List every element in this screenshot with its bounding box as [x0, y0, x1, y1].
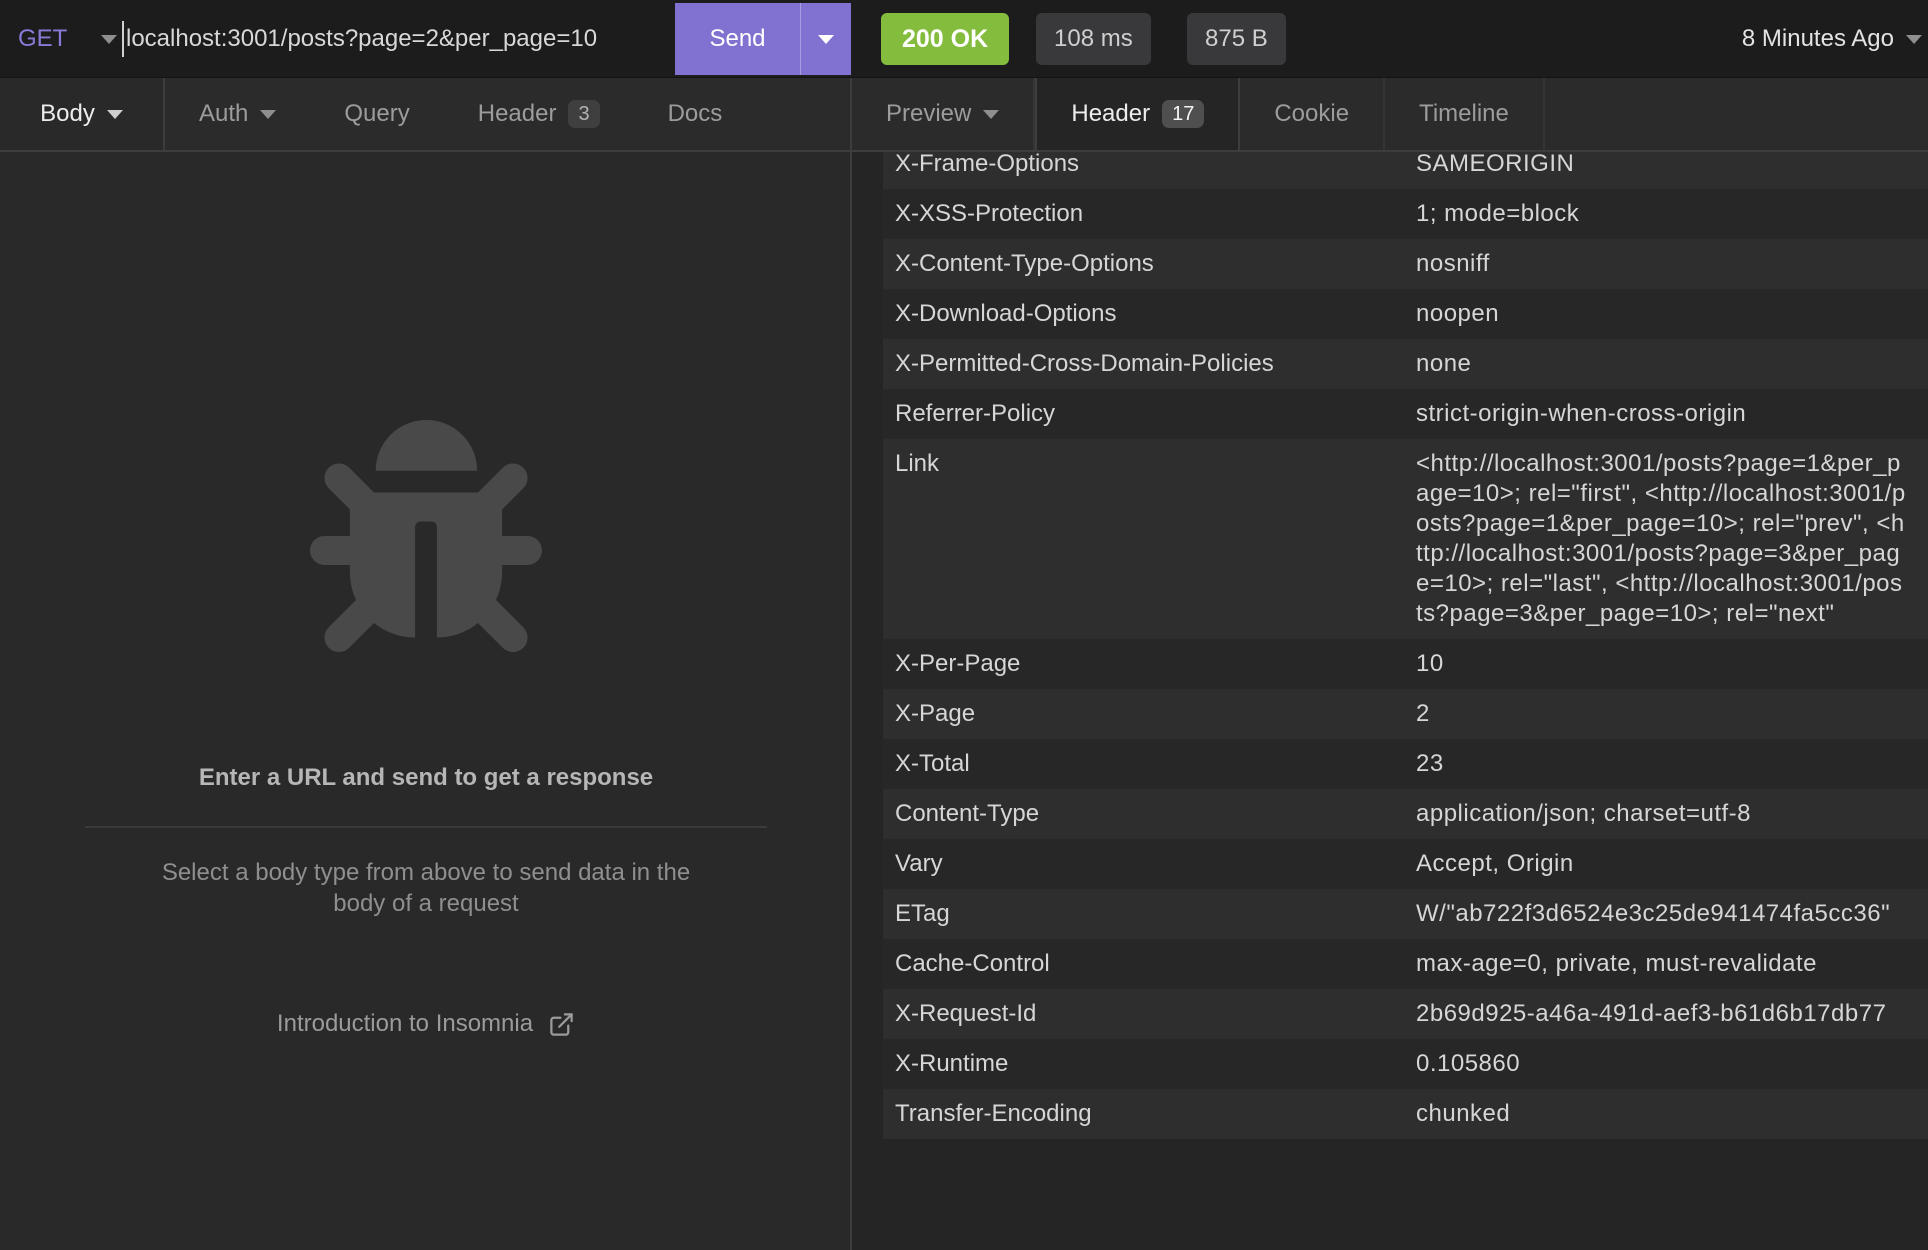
header-value: <http://localhost:3001/posts?page=1&per_…	[1416, 449, 1908, 629]
header-row: X-Request-Id 2b69d925-a46a-491d-aef3-b61…	[883, 989, 1928, 1039]
introduction-link[interactable]: Introduction to Insomnia	[0, 1010, 852, 1038]
request-tabbar: Body Auth Query Header 3 Docs	[0, 78, 852, 152]
header-name: ETag	[895, 899, 1416, 929]
response-history-dropdown[interactable]: 8 Minutes Ago	[1742, 0, 1894, 78]
bug-icon	[310, 420, 542, 652]
header-row: Cache-Control max-age=0, private, must-r…	[883, 939, 1928, 989]
header-row: X-Page 2	[883, 689, 1928, 739]
url-input[interactable]: localhost:3001/posts?page=2&per_page=10	[122, 0, 662, 78]
header-value: Accept, Origin	[1416, 849, 1908, 879]
response-tabbar: Preview Header 17 Cookie Timeline	[852, 78, 1928, 152]
header-name: X-Download-Options	[895, 299, 1416, 329]
empty-state-hint: Select a body type from above to send da…	[146, 857, 706, 919]
header-value: 0.105860	[1416, 1049, 1908, 1079]
divider	[85, 826, 767, 828]
header-value: nosniff	[1416, 249, 1908, 279]
header-row: X-XSS-Protection 1; mode=block	[883, 189, 1928, 239]
header-name: Link	[895, 449, 1416, 629]
external-link-icon	[548, 1011, 575, 1038]
header-row: Transfer-Encoding chunked	[883, 1089, 1928, 1139]
response-tab-preview[interactable]: Preview	[852, 78, 1035, 150]
header-value: SAMEORIGIN	[1416, 152, 1908, 179]
header-name: X-Frame-Options	[895, 152, 1416, 179]
response-tab-timeline[interactable]: Timeline	[1385, 78, 1545, 150]
header-name: X-Content-Type-Options	[895, 249, 1416, 279]
method-dropdown[interactable]: GET	[18, 0, 117, 78]
header-name: X-Per-Page	[895, 649, 1416, 679]
header-name: X-Permitted-Cross-Domain-Policies	[895, 349, 1416, 379]
header-value: W/"ab722f3d6524e3c25de941474fa5cc36"	[1416, 899, 1908, 929]
request-tab-auth[interactable]: Auth	[165, 78, 310, 150]
url-value: localhost:3001/posts?page=2&per_page=10	[126, 25, 597, 53]
header-row: X-Permitted-Cross-Domain-Policies none	[883, 339, 1928, 389]
header-row: X-Download-Options noopen	[883, 289, 1928, 339]
response-tab-cookie[interactable]: Cookie	[1240, 78, 1385, 150]
header-name: X-Page	[895, 699, 1416, 729]
header-value: 2b69d925-a46a-491d-aef3-b61d6b17db77	[1416, 999, 1908, 1029]
header-value: 1; mode=block	[1416, 199, 1908, 229]
header-row: Referrer-Policy strict-origin-when-cross…	[883, 389, 1928, 439]
header-value: strict-origin-when-cross-origin	[1416, 399, 1908, 429]
header-name: X-Total	[895, 749, 1416, 779]
pane-divider[interactable]	[850, 78, 852, 1250]
empty-state-heading: Enter a URL and send to get a response	[0, 764, 852, 792]
text-cursor	[122, 21, 124, 57]
header-name: Vary	[895, 849, 1416, 879]
chevron-down-icon	[818, 35, 834, 44]
header-row: X-Total 23	[883, 739, 1928, 789]
request-tab-query[interactable]: Query	[310, 78, 443, 150]
send-button[interactable]: Send	[675, 3, 800, 75]
header-value: none	[1416, 349, 1908, 379]
tab-count-badge: 3	[568, 100, 599, 128]
header-value: noopen	[1416, 299, 1908, 329]
request-tab-header[interactable]: Header 3	[444, 78, 634, 150]
header-name: X-Request-Id	[895, 999, 1416, 1029]
request-toolbar: GET localhost:3001/posts?page=2&per_page…	[0, 0, 1928, 78]
header-row: X-Frame-Options SAMEORIGIN	[883, 152, 1928, 189]
header-name: Content-Type	[895, 799, 1416, 829]
header-value: 2	[1416, 699, 1908, 729]
send-button-group: Send	[675, 3, 851, 75]
header-name: X-Runtime	[895, 1049, 1416, 1079]
response-headers-table: X-Frame-Options SAMEORIGIN X-XSS-Protect…	[883, 152, 1928, 1139]
header-name: Cache-Control	[895, 949, 1416, 979]
header-row: X-Runtime 0.105860	[883, 1039, 1928, 1089]
header-name: Transfer-Encoding	[895, 1099, 1416, 1129]
header-value: max-age=0, private, must-revalidate	[1416, 949, 1908, 979]
tab-count-badge: 17	[1162, 100, 1204, 128]
header-name: X-XSS-Protection	[895, 199, 1416, 229]
chevron-down-icon	[107, 110, 123, 119]
header-value: 23	[1416, 749, 1908, 779]
chevron-down-icon	[260, 110, 276, 119]
header-row: Vary Accept, Origin	[883, 839, 1928, 889]
status-badge: 200 OK	[881, 13, 1009, 65]
header-row: X-Per-Page 10	[883, 639, 1928, 689]
request-tab-docs[interactable]: Docs	[634, 78, 757, 150]
introduction-link-label: Introduction to Insomnia	[277, 1010, 533, 1038]
header-row: ETag W/"ab722f3d6524e3c25de941474fa5cc36…	[883, 889, 1928, 939]
header-row: Link <http://localhost:3001/posts?page=1…	[883, 439, 1928, 639]
header-value: application/json; charset=utf-8	[1416, 799, 1908, 829]
header-row: X-Content-Type-Options nosniff	[883, 239, 1928, 289]
response-time-badge: 108 ms	[1036, 13, 1151, 65]
send-options-button[interactable]	[800, 3, 851, 75]
chevron-down-icon	[101, 35, 117, 44]
chevron-down-icon[interactable]	[1906, 35, 1922, 44]
header-name: Referrer-Policy	[895, 399, 1416, 429]
header-value: 10	[1416, 649, 1908, 679]
header-value: chunked	[1416, 1099, 1908, 1129]
request-tab-body[interactable]: Body	[0, 78, 165, 150]
response-headers-pane: X-Frame-Options SAMEORIGIN X-XSS-Protect…	[852, 152, 1928, 1250]
response-size-badge: 875 B	[1187, 13, 1286, 65]
response-tab-header[interactable]: Header 17	[1035, 78, 1240, 150]
chevron-down-icon	[983, 110, 999, 119]
header-row: Content-Type application/json; charset=u…	[883, 789, 1928, 839]
request-body-pane: Enter a URL and send to get a response S…	[0, 152, 852, 1250]
method-label: GET	[18, 25, 67, 53]
